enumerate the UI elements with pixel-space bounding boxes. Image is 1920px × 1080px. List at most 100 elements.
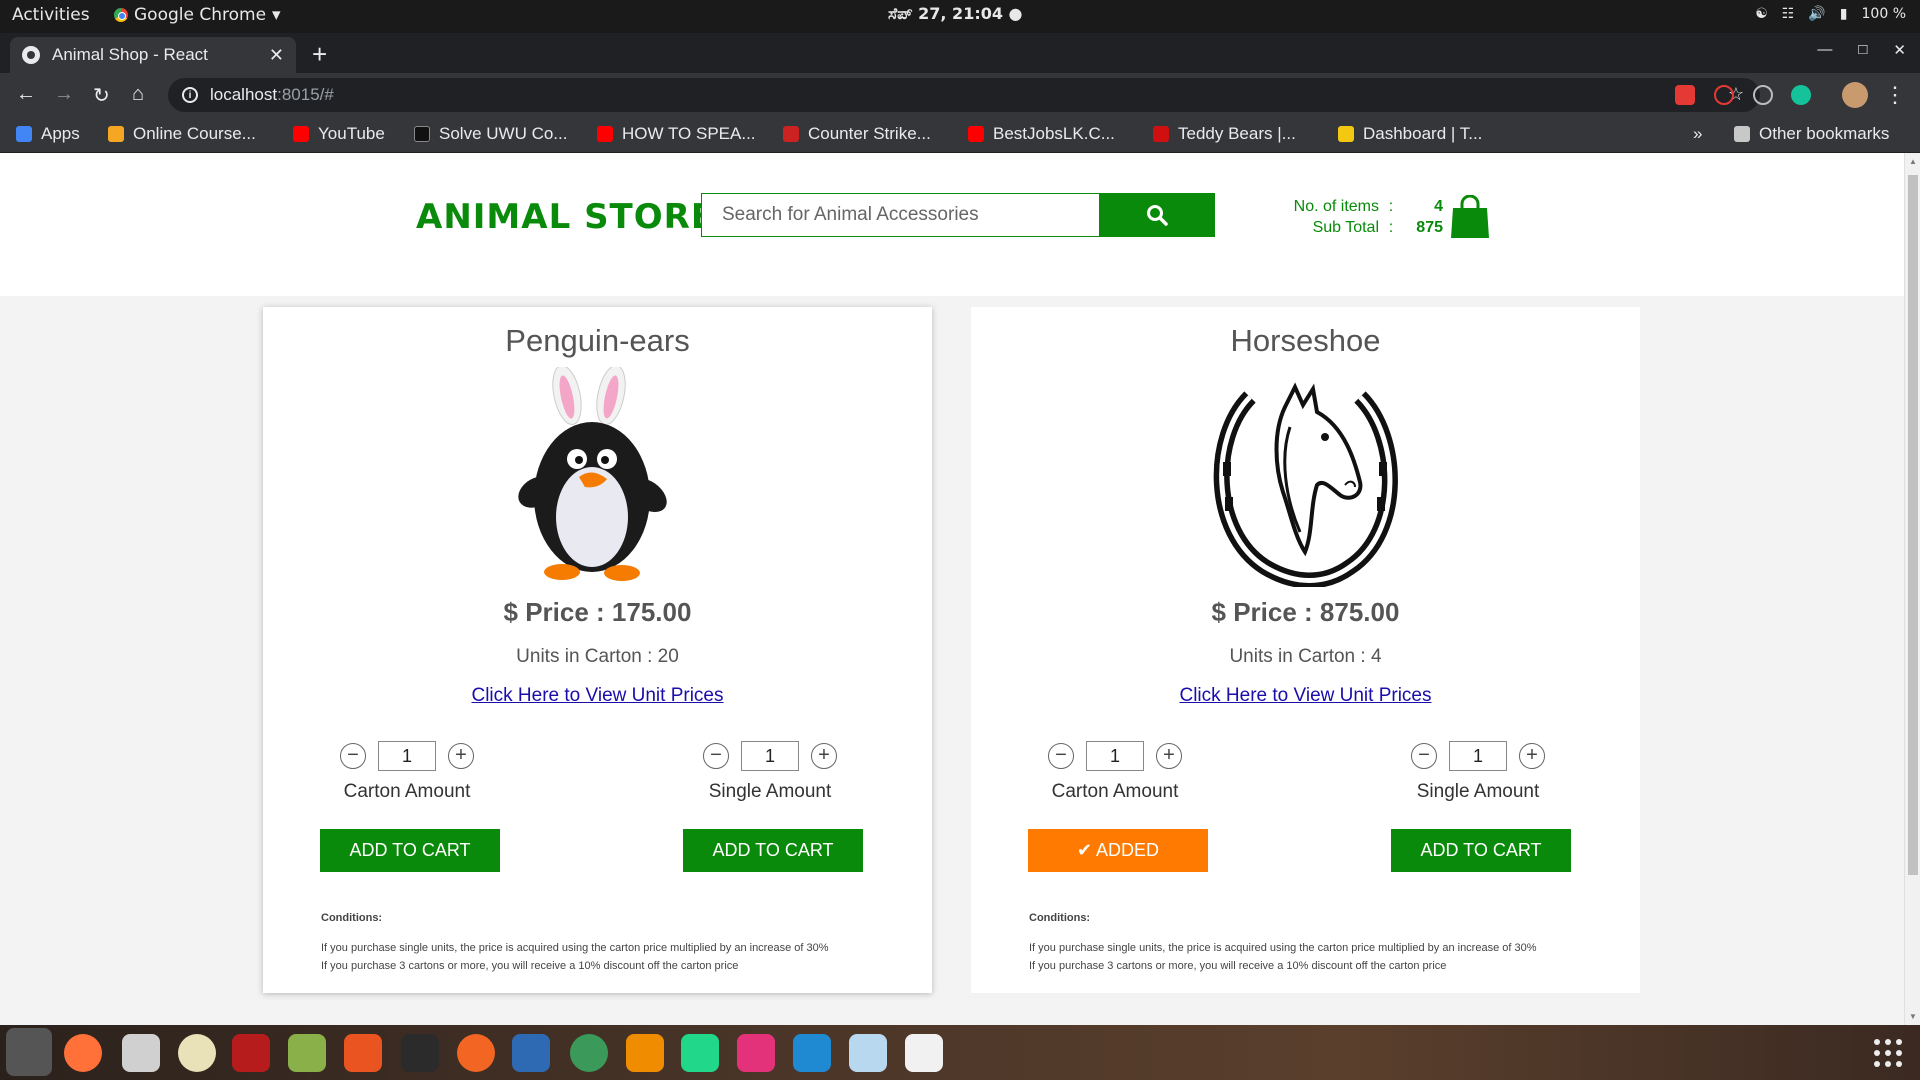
browser-toolbar: ← → ↻ ⌂ i localhost:8015/# ☆ ⋮: [0, 73, 1920, 117]
pycharm-app-icon[interactable]: [681, 1034, 719, 1072]
items-count: 4: [1434, 198, 1443, 215]
show-applications-icon[interactable]: [1874, 1039, 1902, 1067]
scroll-up-arrow-icon[interactable]: ▲: [1909, 157, 1917, 166]
bookmark-label: Solve UWU Co...: [439, 124, 568, 143]
decrement-button[interactable]: −: [1048, 743, 1074, 769]
window-controls: — □ ✕: [1817, 41, 1906, 59]
bookmark-item[interactable]: YouTube: [293, 124, 385, 144]
grammarly-icon[interactable]: [1791, 85, 1811, 105]
close-tab-icon[interactable]: ✕: [269, 45, 284, 66]
site-info-icon[interactable]: i: [182, 87, 198, 103]
view-unit-prices-link[interactable]: Click Here to View Unit Prices: [971, 685, 1640, 707]
vlc-app-icon[interactable]: [626, 1034, 664, 1072]
store-logo[interactable]: ANIMAL STORE: [416, 197, 715, 237]
battery-level: 100 %: [1861, 6, 1906, 22]
add-single-to-cart-button[interactable]: ADD TO CART: [1391, 829, 1571, 872]
text-editor-app-icon[interactable]: [905, 1034, 943, 1072]
page-scrollbar[interactable]: ▲ ▼: [1904, 153, 1920, 1025]
new-tab-button[interactable]: +: [312, 39, 327, 70]
search-input[interactable]: [702, 194, 1099, 236]
tools-app-icon[interactable]: [288, 1034, 326, 1072]
taskbar-dock: [0, 1025, 1920, 1080]
bookmark-item[interactable]: Counter Strike...: [783, 124, 931, 144]
files-app-icon[interactable]: [122, 1034, 160, 1072]
back-icon[interactable]: ←: [16, 83, 36, 106]
menu-kebab-icon[interactable]: ⋮: [1884, 82, 1906, 108]
youtube-icon: [968, 126, 984, 142]
virtualbox-app-icon[interactable]: [849, 1034, 887, 1072]
single-amount-input[interactable]: 1: [1449, 741, 1507, 771]
bookmark-item[interactable]: Solve UWU Co...: [414, 124, 567, 144]
tasks-app-icon[interactable]: [512, 1034, 550, 1072]
folder-icon: [1734, 126, 1750, 142]
conditions: Conditions: If you purchase single units…: [1029, 909, 1537, 975]
adblock-icon[interactable]: [1714, 85, 1734, 105]
terminal-app-icon[interactable]: [401, 1034, 439, 1072]
avatar[interactable]: [1842, 82, 1868, 108]
carton-amount-input[interactable]: 1: [1086, 741, 1144, 771]
atom-app-icon[interactable]: [570, 1034, 608, 1072]
bookmark-item[interactable]: HOW TO SPEA...: [597, 124, 756, 144]
close-window-icon[interactable]: ✕: [1893, 41, 1906, 59]
game-icon: [783, 126, 799, 142]
decrement-button[interactable]: −: [340, 743, 366, 769]
scroll-down-arrow-icon[interactable]: ▼: [1909, 1012, 1917, 1021]
bookmark-item[interactable]: Teddy Bears |...: [1153, 124, 1296, 144]
decrement-button[interactable]: −: [1411, 743, 1437, 769]
decrement-button[interactable]: −: [703, 743, 729, 769]
filezilla-app-icon[interactable]: [232, 1034, 270, 1072]
firefox-app-icon[interactable]: [64, 1034, 102, 1072]
address-bar[interactable]: i localhost:8015/# ☆: [168, 78, 1760, 112]
increment-button[interactable]: +: [448, 743, 474, 769]
postman-app-icon[interactable]: [457, 1034, 495, 1072]
product-name: Horseshoe: [1230, 323, 1381, 358]
increment-button[interactable]: +: [1519, 743, 1545, 769]
software-center-app-icon[interactable]: [344, 1034, 382, 1072]
view-unit-prices-link[interactable]: Click Here to View Unit Prices: [263, 685, 932, 707]
home-icon[interactable]: ⌂: [132, 83, 144, 106]
scrollbar-thumb[interactable]: [1908, 175, 1918, 875]
system-tray[interactable]: ☯ ☷ 🔊 ▮ 100 %: [1755, 6, 1906, 22]
bookmark-item[interactable]: Online Course...: [108, 124, 256, 144]
app-name: Google Chrome: [134, 5, 267, 25]
more-bookmarks-button[interactable]: »: [1693, 124, 1702, 144]
target-extension-icon[interactable]: [1753, 85, 1773, 105]
bookmark-item[interactable]: Dashboard | T...: [1338, 124, 1482, 144]
increment-button[interactable]: +: [1156, 743, 1182, 769]
disk-app-icon[interactable]: [178, 1034, 216, 1072]
product-price: $ Price : 875.00: [1211, 597, 1400, 627]
shopping-bag-icon[interactable]: [1450, 195, 1490, 239]
chrome-app-icon[interactable]: [6, 1028, 52, 1076]
add-single-to-cart-button[interactable]: ADD TO CART: [683, 829, 863, 872]
product-name: Penguin-ears: [505, 323, 690, 358]
minimize-icon[interactable]: —: [1817, 41, 1832, 59]
tab-title: Animal Shop - React: [52, 45, 208, 64]
bookmark-item[interactable]: BestJobsLK.C...: [968, 124, 1115, 144]
units-in-carton: Units in Carton : 20: [516, 646, 679, 667]
intellij-app-icon[interactable]: [737, 1034, 775, 1072]
single-amount-label: Single Amount: [1416, 781, 1540, 802]
search-icon: [1146, 205, 1168, 226]
single-amount-input[interactable]: 1: [741, 741, 799, 771]
search-bar: [701, 193, 1215, 237]
condition-text: If you purchase 3 cartons or more, you w…: [321, 960, 739, 972]
volume-icon: 🔊: [1808, 6, 1826, 22]
bookmark-item[interactable]: Apps: [16, 124, 80, 144]
search-button[interactable]: [1099, 194, 1214, 236]
maximize-icon[interactable]: □: [1858, 41, 1867, 59]
increment-button[interactable]: +: [811, 743, 837, 769]
activities-button[interactable]: Activities: [12, 5, 90, 25]
carton-amount-input[interactable]: 1: [378, 741, 436, 771]
extension-icon[interactable]: [1675, 85, 1695, 105]
network-icon: ☷: [1781, 6, 1795, 22]
vscode-app-icon[interactable]: [793, 1034, 831, 1072]
add-carton-to-cart-button[interactable]: ADD TO CART: [320, 829, 500, 872]
added-button[interactable]: ✔ ADDED: [1028, 829, 1208, 872]
colon: :: [1388, 198, 1394, 215]
other-bookmarks[interactable]: Other bookmarks: [1734, 124, 1889, 144]
app-menu[interactable]: Google Chrome ▾: [114, 5, 281, 25]
clock[interactable]: ಸೆಪ್ 27, 21:04 ●: [888, 4, 1023, 24]
forward-icon[interactable]: →: [54, 83, 74, 106]
browser-tab[interactable]: Animal Shop - React ✕: [10, 37, 296, 73]
reload-icon[interactable]: ↻: [93, 83, 110, 108]
